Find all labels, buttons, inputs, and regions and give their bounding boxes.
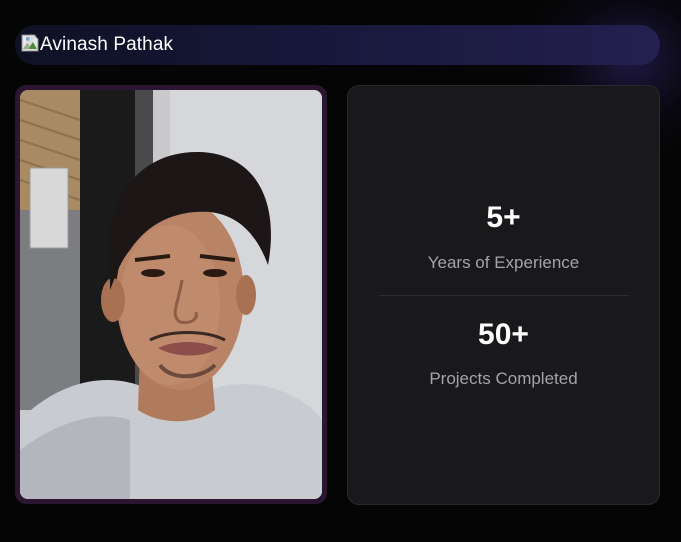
stats-divider — [379, 295, 629, 296]
broken-image-icon — [20, 32, 40, 52]
stat-years-label: Years of Experience — [427, 253, 580, 272]
profile-photo — [20, 90, 322, 499]
profile-photo-frame — [15, 85, 327, 504]
stat-projects-value: 50+ — [478, 318, 529, 351]
stat-projects-label: Projects Completed — [429, 369, 578, 388]
stats-card: 5+ Years of Experience 50+ Projects Comp… — [347, 85, 660, 505]
name-header: Avinash Pathak — [15, 25, 660, 65]
page: Avinash Pathak 5+ Years of Experience 50… — [0, 0, 681, 542]
profile-name: Avinash Pathak — [40, 34, 174, 55]
stat-years-value: 5+ — [486, 201, 521, 234]
